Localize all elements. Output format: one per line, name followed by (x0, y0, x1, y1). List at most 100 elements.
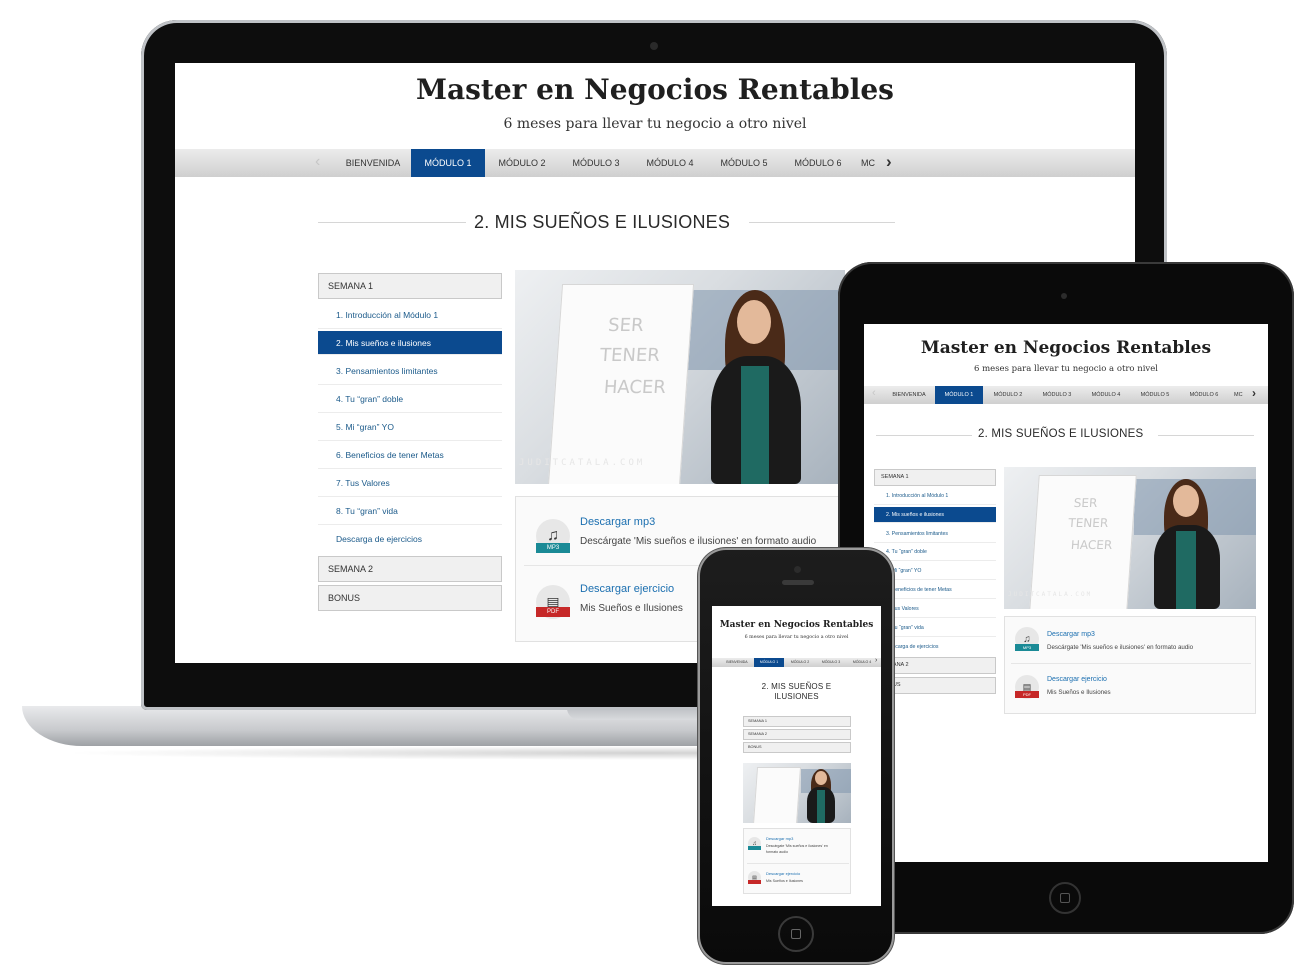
board-word-1: SER (607, 315, 645, 336)
site-subtitle: 6 meses para llevar tu negocio a otro ni… (503, 116, 807, 132)
phone-speaker (782, 580, 814, 585)
tablet-tab-modulo-6[interactable]: MÓDULO 6 (1180, 386, 1228, 404)
sidebar-lesson-7[interactable]: 7. Tus Valores (318, 469, 502, 497)
tablet-section-rule-left (876, 435, 972, 436)
download-pdf-link[interactable]: Descargar ejercicio (580, 583, 674, 595)
tablet-music-note-icon: ♫ (1023, 633, 1031, 645)
phone-sidebar-bonus[interactable]: BONUS (743, 742, 851, 753)
phone-video-player[interactable] (743, 763, 851, 823)
sidebar-lesson-8[interactable]: 8. Tu “gran” vida (318, 497, 502, 525)
phone-tab-modulo-2[interactable]: MÓDULO 2 (785, 658, 815, 667)
tablet-tab-modulo-1[interactable]: MÓDULO 1 (935, 386, 983, 404)
tablet-sidebar-week-1[interactable]: SEMANA 1 (874, 469, 996, 486)
tablet-chevron-left-icon[interactable]: ‹ (872, 387, 876, 399)
download-pdf-desc: Mis Sueños e Ilusiones (580, 603, 683, 614)
phone-screen: Master en Negocios Rentables 6 meses par… (712, 606, 881, 906)
sidebar-bonus[interactable]: BONUS (318, 585, 502, 611)
section-rule-left (318, 222, 466, 223)
tablet-section-rule-right (1158, 435, 1254, 436)
sidebar-week-2[interactable]: SEMANA 2 (318, 556, 502, 582)
phone-tab-modulo-1[interactable]: MÓDULO 1 (754, 658, 784, 667)
tablet-home-button[interactable] (1049, 882, 1081, 914)
phone-sidebar-week-1[interactable]: SEMANA 1 (743, 716, 851, 727)
tablet-pdf-badge-ribbon: PDF (1015, 691, 1039, 698)
tablet-presenter-top (1176, 531, 1196, 609)
tablet-downloads-divider (1011, 663, 1251, 664)
tablet-downloads-panel: ♫ MP3 Descargar mp3 Descárgate 'Mis sueñ… (1004, 616, 1256, 714)
board-word-2: TENER (599, 345, 661, 366)
tab-modulo-5[interactable]: MÓDULO 5 (707, 149, 781, 177)
video-player[interactable]: SER TENER HACER JUDITCATALA.COM (515, 270, 845, 484)
phone-tab-bienvenida[interactable]: BIENVENIDA (720, 658, 754, 667)
tab-modulo-1[interactable]: MÓDULO 1 (411, 149, 485, 177)
phone-presenter-face (815, 771, 827, 785)
tablet-navbar: ‹ BIENVENIDA MÓDULO 1 MÓDULO 2 MÓDULO 3 … (864, 386, 1268, 404)
phone-camera (794, 566, 801, 573)
phone-site-subtitle: 6 meses para llevar tu negocio a otro ni… (744, 635, 849, 640)
phone-sidebar-week-2[interactable]: SEMANA 2 (743, 729, 851, 740)
download-mp3-link[interactable]: Descargar mp3 (580, 516, 655, 528)
tablet-sidebar-lesson-3[interactable]: 3. Pensamientos limitantes (874, 525, 996, 543)
tablet-download-mp3-link[interactable]: Descargar mp3 (1047, 631, 1095, 638)
laptop-camera (650, 42, 658, 50)
tablet-video-whiteboard: SER TENER HACER (1029, 475, 1137, 609)
tablet-tab-modulo-4[interactable]: MÓDULO 4 (1082, 386, 1130, 404)
chevron-left-icon[interactable]: ‹ (315, 153, 320, 171)
tablet-tab-modulo-2[interactable]: MÓDULO 2 (984, 386, 1032, 404)
phone-navbar: BIENVENIDA MÓDULO 1 MÓDULO 2 MÓDULO 3 MÓ… (712, 657, 881, 667)
tablet-board-word-3: HACER (1070, 538, 1113, 552)
phone-tab-modulo-3[interactable]: MÓDULO 3 (816, 658, 846, 667)
video-watermark: JUDITCATALA.COM (519, 458, 646, 468)
sidebar-lesson-downloads[interactable]: Descarga de ejercicios (318, 525, 502, 553)
phone-section-title-line2: ILUSIONES (774, 692, 819, 701)
sidebar-lesson-6[interactable]: 6. Beneficios de tener Metas (318, 441, 502, 469)
phone-section-title-line1: 2. MIS SUEÑOS E (761, 682, 832, 691)
tab-modulo-3[interactable]: MÓDULO 3 (559, 149, 633, 177)
tablet-tab-modulo-7-clipped[interactable]: MC (1234, 386, 1246, 404)
phone-tab-modulo-4[interactable]: MÓDULO 4 (847, 658, 877, 667)
section-title: 2. MIS SUEÑOS E ILUSIONES (474, 212, 731, 232)
sidebar-lesson-4[interactable]: 4. Tu “gran” doble (318, 385, 502, 413)
phone-download-mp3-desc-line2: formato audio (766, 850, 788, 854)
tablet-download-pdf-desc: Mis Sueños e Ilusiones (1047, 689, 1111, 696)
tablet-tab-modulo-3[interactable]: MÓDULO 3 (1033, 386, 1081, 404)
tablet-tab-modulo-5[interactable]: MÓDULO 5 (1131, 386, 1179, 404)
tablet-video-watermark: JUDITCATALA.COM (1008, 591, 1093, 598)
tablet-video-player[interactable]: SER TENER HACER JUDITCATALA.COM (1004, 467, 1256, 609)
pdf-badge-ribbon: PDF (536, 607, 570, 617)
tablet-camera (1061, 293, 1067, 299)
tab-modulo-7-clipped[interactable]: MC (861, 149, 877, 177)
phone-chevron-right-icon[interactable]: › (875, 657, 877, 664)
sidebar-week-1[interactable]: SEMANA 1 (318, 273, 502, 299)
site-title: Master en Negocios Rentables (416, 73, 894, 106)
tablet-board-word-2: TENER (1067, 516, 1109, 530)
tab-modulo-4[interactable]: MÓDULO 4 (633, 149, 707, 177)
tablet-download-mp3-desc: Descárgate 'Mis sueños e ilusiones' en f… (1047, 644, 1194, 651)
sidebar-lesson-2-active[interactable]: 2. Mis sueños e ilusiones (318, 331, 502, 355)
tablet-tab-bienvenida[interactable]: BIENVENIDA (884, 386, 934, 404)
phone-download-mp3-link[interactable]: Descargar mp3 (766, 836, 793, 841)
tablet-mp3-badge-ribbon: MP3 (1015, 644, 1039, 651)
phone-home-button[interactable] (778, 916, 814, 952)
tablet-board-word-1: SER (1073, 496, 1098, 510)
tablet-sidebar-lesson-4[interactable]: 4. Tu “gran” doble (874, 543, 996, 561)
sidebar-lesson-5[interactable]: 5. Mi “gran” YO (318, 413, 502, 441)
tablet-sidebar-lesson-1[interactable]: 1. Introducción al Módulo 1 (874, 487, 996, 505)
tablet-sidebar-lesson-2-active[interactable]: 2. Mis sueños e ilusiones (874, 507, 996, 523)
phone-site-title: Master en Negocios Rentables (719, 620, 874, 630)
tablet-chevron-right-icon[interactable]: › (1252, 386, 1256, 400)
tablet-site-title: Master en Negocios Rentables (920, 338, 1212, 358)
phone-downloads-panel: ♫ Descargar mp3 Descárgate 'Mis sueños e… (743, 828, 851, 894)
chevron-right-icon[interactable]: › (886, 152, 892, 172)
phone-download-pdf-link[interactable]: Descargar ejercicio (766, 871, 800, 876)
tab-modulo-2[interactable]: MÓDULO 2 (485, 149, 559, 177)
board-word-3: HACER (603, 377, 667, 398)
tablet-section-title: 2. MIS SUEÑOS E ILUSIONES (978, 428, 1144, 440)
tab-bienvenida[interactable]: BIENVENIDA (335, 149, 411, 177)
tab-modulo-6[interactable]: MÓDULO 6 (781, 149, 855, 177)
sidebar-lesson-3[interactable]: 3. Pensamientos limitantes (318, 357, 502, 385)
video-whiteboard: SER TENER HACER (547, 284, 695, 484)
phone-downloads-divider (747, 863, 849, 864)
tablet-download-pdf-link[interactable]: Descargar ejercicio (1047, 676, 1107, 683)
sidebar-lesson-1[interactable]: 1. Introducción al Módulo 1 (318, 301, 502, 329)
